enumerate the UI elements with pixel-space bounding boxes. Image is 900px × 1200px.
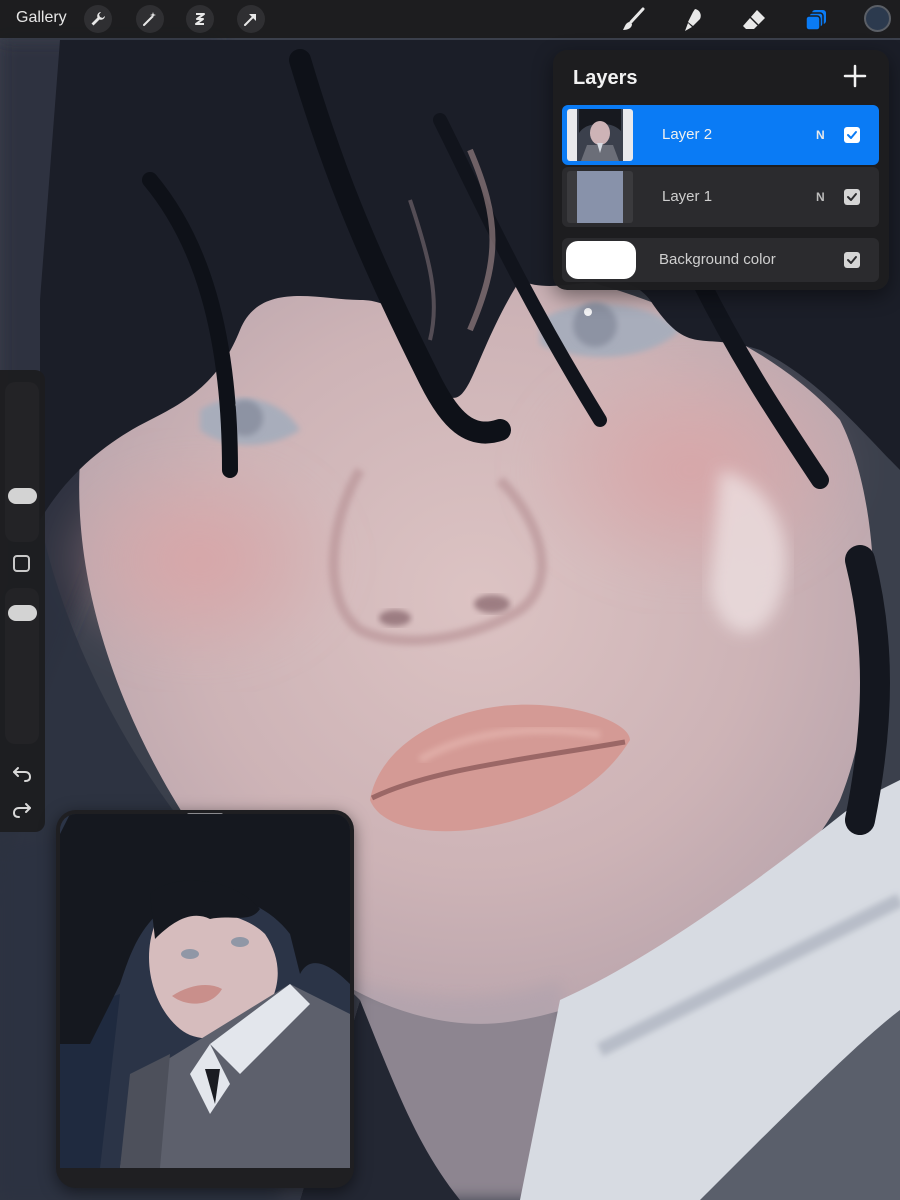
brush-tool-button[interactable] — [618, 5, 648, 35]
blend-mode-button[interactable]: N — [816, 190, 825, 204]
transform-arrow-icon — [244, 14, 256, 26]
background-color-swatch[interactable] — [566, 241, 636, 279]
smudge-tool-button[interactable] — [678, 5, 708, 35]
layer-visibility-checkbox[interactable] — [844, 127, 860, 143]
reference-preview-image — [60, 814, 350, 1168]
redo-button[interactable] — [11, 799, 33, 821]
background-color-row[interactable]: Background color — [562, 238, 879, 282]
redo-icon — [12, 803, 31, 818]
brush-size-slider[interactable] — [5, 382, 39, 542]
blend-mode-button[interactable]: N — [816, 128, 825, 142]
layer-row-layer-1[interactable]: Layer 1 N — [562, 167, 879, 227]
smudge-icon — [685, 9, 701, 31]
opacity-thumb[interactable] — [8, 605, 37, 622]
selection-icon — [195, 13, 205, 25]
selection-button[interactable] — [186, 5, 214, 33]
background-color-label: Background color — [659, 251, 776, 268]
layers-icon — [805, 10, 826, 31]
undo-button[interactable] — [11, 763, 33, 785]
layers-panel-title: Layers — [573, 67, 638, 89]
opacity-slider[interactable] — [5, 588, 39, 744]
layer-name: Layer 2 — [662, 126, 713, 143]
checkmark-icon — [847, 256, 857, 264]
layer-2-thumbnail — [567, 109, 633, 161]
wrench-icon — [91, 12, 105, 26]
adjustments-button[interactable] — [136, 5, 164, 33]
layer-name: Layer 1 — [662, 188, 713, 205]
eraser-tool-button[interactable] — [739, 5, 769, 35]
magic-wand-icon — [143, 12, 156, 26]
brush-icon — [623, 7, 645, 30]
brush-size-thumb[interactable] — [8, 488, 37, 504]
layers-button[interactable] — [801, 5, 831, 35]
layer-row-layer-2[interactable]: Layer 2 N — [562, 105, 879, 165]
background-visibility-checkbox[interactable] — [844, 252, 860, 268]
plus-icon — [843, 64, 867, 88]
layer-visibility-checkbox[interactable] — [844, 189, 860, 205]
gallery-button[interactable]: Gallery — [16, 9, 67, 27]
undo-icon — [13, 767, 32, 782]
add-layer-button[interactable] — [841, 62, 869, 90]
layers-panel: Layers Layer 2 N Layer 1 N Background co… — [553, 50, 889, 290]
modify-square-icon[interactable] — [13, 555, 30, 572]
layer-1-thumbnail — [567, 171, 633, 223]
transform-button[interactable] — [237, 5, 265, 33]
eraser-icon — [743, 10, 765, 29]
left-sidebar — [0, 370, 45, 832]
checkmark-icon — [847, 193, 857, 201]
actions-button[interactable] — [84, 5, 112, 33]
reference-window[interactable] — [56, 810, 354, 1188]
top-toolbar: Gallery — [0, 0, 900, 38]
color-picker-swatch[interactable] — [864, 5, 891, 32]
checkmark-icon — [847, 131, 857, 139]
